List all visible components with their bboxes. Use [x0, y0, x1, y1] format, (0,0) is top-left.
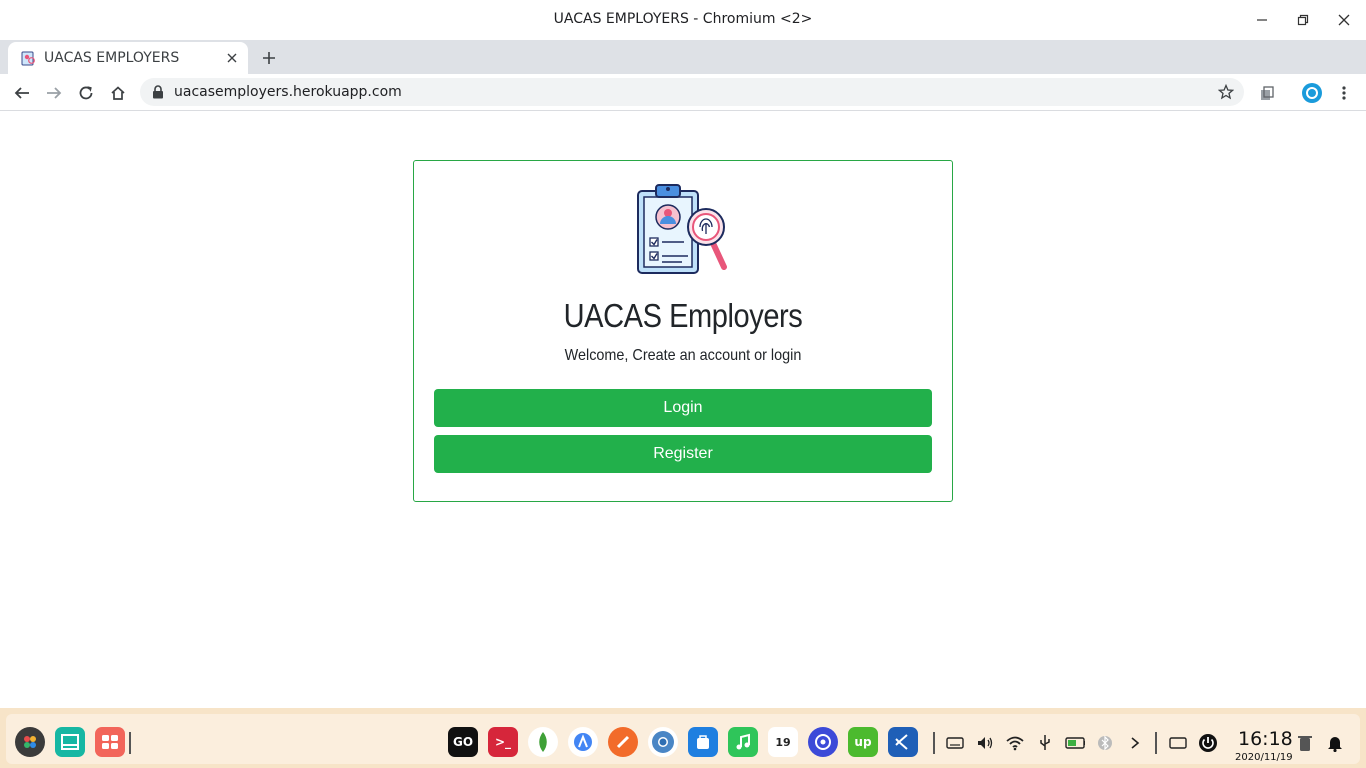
reload-button[interactable]: [74, 81, 98, 105]
extension-button[interactable]: [1255, 81, 1279, 105]
multitask-view-icon[interactable]: [55, 727, 85, 757]
page-title: UACAS Employers: [563, 297, 803, 334]
dock-separator: [933, 732, 935, 754]
minimize-button[interactable]: [1252, 10, 1272, 30]
vscode-icon[interactable]: [888, 727, 918, 757]
minimize-icon: [1257, 19, 1267, 21]
profile-button[interactable]: [1300, 81, 1324, 105]
calendar-icon[interactable]: 19: [768, 727, 798, 757]
terminal-icon[interactable]: >_: [488, 727, 518, 757]
welcome-text: Welcome, Create an account or login: [564, 347, 802, 364]
chevron-right-icon[interactable]: [1125, 734, 1145, 752]
window-titlebar: UACAS EMPLOYERS - Chromium <2>: [0, 0, 1366, 40]
login-button[interactable]: Login: [434, 389, 932, 427]
battery-icon[interactable]: [1065, 734, 1085, 752]
home-button[interactable]: [106, 81, 130, 105]
window-title: UACAS EMPLOYERS - Chromium <2>: [553, 11, 813, 27]
tab-strip: UACAS EMPLOYERS: [0, 40, 1366, 74]
maximize-button[interactable]: [1293, 10, 1313, 30]
site-favicon-icon: [21, 51, 35, 66]
close-icon: [227, 53, 237, 63]
wifi-icon[interactable]: [1005, 734, 1025, 752]
taskbar: GO >_ 19 up 16:18 2020/11/19: [0, 708, 1366, 768]
tab-close-button[interactable]: [224, 50, 240, 66]
chromium-icon[interactable]: [648, 727, 678, 757]
android-studio-icon[interactable]: [568, 727, 598, 757]
tab-title: UACAS EMPLOYERS: [44, 50, 180, 66]
address-bar[interactable]: uacasemployers.herokuapp.com: [140, 78, 1244, 106]
volume-icon[interactable]: [975, 734, 995, 752]
restore-icon: [1297, 14, 1309, 26]
power-icon[interactable]: [1198, 734, 1218, 752]
back-button[interactable]: [10, 81, 34, 105]
onboard-keyboard-icon[interactable]: [1168, 734, 1188, 752]
clock-time[interactable]: 16:18: [1238, 728, 1293, 750]
arrow-left-icon: [14, 87, 29, 99]
menu-button[interactable]: [1332, 81, 1356, 105]
plus-icon: [263, 52, 275, 64]
bluetooth-icon[interactable]: [1095, 734, 1115, 752]
close-icon: [1338, 14, 1350, 26]
reload-icon: [79, 86, 93, 100]
bookmark-star-button[interactable]: [1216, 82, 1236, 102]
mongodb-icon[interactable]: [528, 727, 558, 757]
goland-icon[interactable]: GO: [448, 727, 478, 757]
dock: GO >_ 19 up 16:18 2020/11/19: [6, 714, 1360, 764]
home-icon: [111, 86, 125, 100]
music-icon[interactable]: [728, 727, 758, 757]
close-window-button[interactable]: [1334, 10, 1354, 30]
extension-icon: [1261, 86, 1274, 100]
keyboard-icon[interactable]: [945, 734, 965, 752]
avatar-icon: [1302, 83, 1322, 103]
app-grid-icon[interactable]: [95, 727, 125, 757]
trash-icon[interactable]: [1295, 734, 1315, 752]
welcome-card: UACAS Employers Welcome, Create an accou…: [413, 160, 953, 502]
dock-separator: [129, 732, 131, 754]
forward-button[interactable]: [42, 81, 66, 105]
notification-bell-icon[interactable]: [1325, 734, 1345, 752]
browser-toolbar: uacasemployers.herokuapp.com: [0, 74, 1366, 111]
settings-icon[interactable]: [808, 727, 838, 757]
dock-separator: [1155, 732, 1157, 754]
launcher-icon[interactable]: [15, 727, 45, 757]
clipboard-illustration-icon: [637, 184, 727, 274]
url-text: uacasemployers.herokuapp.com: [174, 84, 402, 100]
arrow-right-icon: [47, 87, 62, 99]
postman-icon[interactable]: [608, 727, 638, 757]
page-content: UACAS Employers Welcome, Create an accou…: [0, 112, 1366, 708]
new-tab-button[interactable]: [258, 47, 280, 69]
usb-icon[interactable]: [1035, 734, 1055, 752]
upwork-icon[interactable]: up: [848, 727, 878, 757]
register-button[interactable]: Register: [434, 435, 932, 473]
kebab-menu-icon: [1342, 86, 1346, 100]
star-icon: [1218, 84, 1234, 100]
tab-uacas[interactable]: UACAS EMPLOYERS: [8, 42, 248, 74]
clock-date[interactable]: 2020/11/19: [1235, 752, 1293, 763]
lock-icon: [153, 85, 163, 99]
deepin-store-icon[interactable]: [688, 727, 718, 757]
